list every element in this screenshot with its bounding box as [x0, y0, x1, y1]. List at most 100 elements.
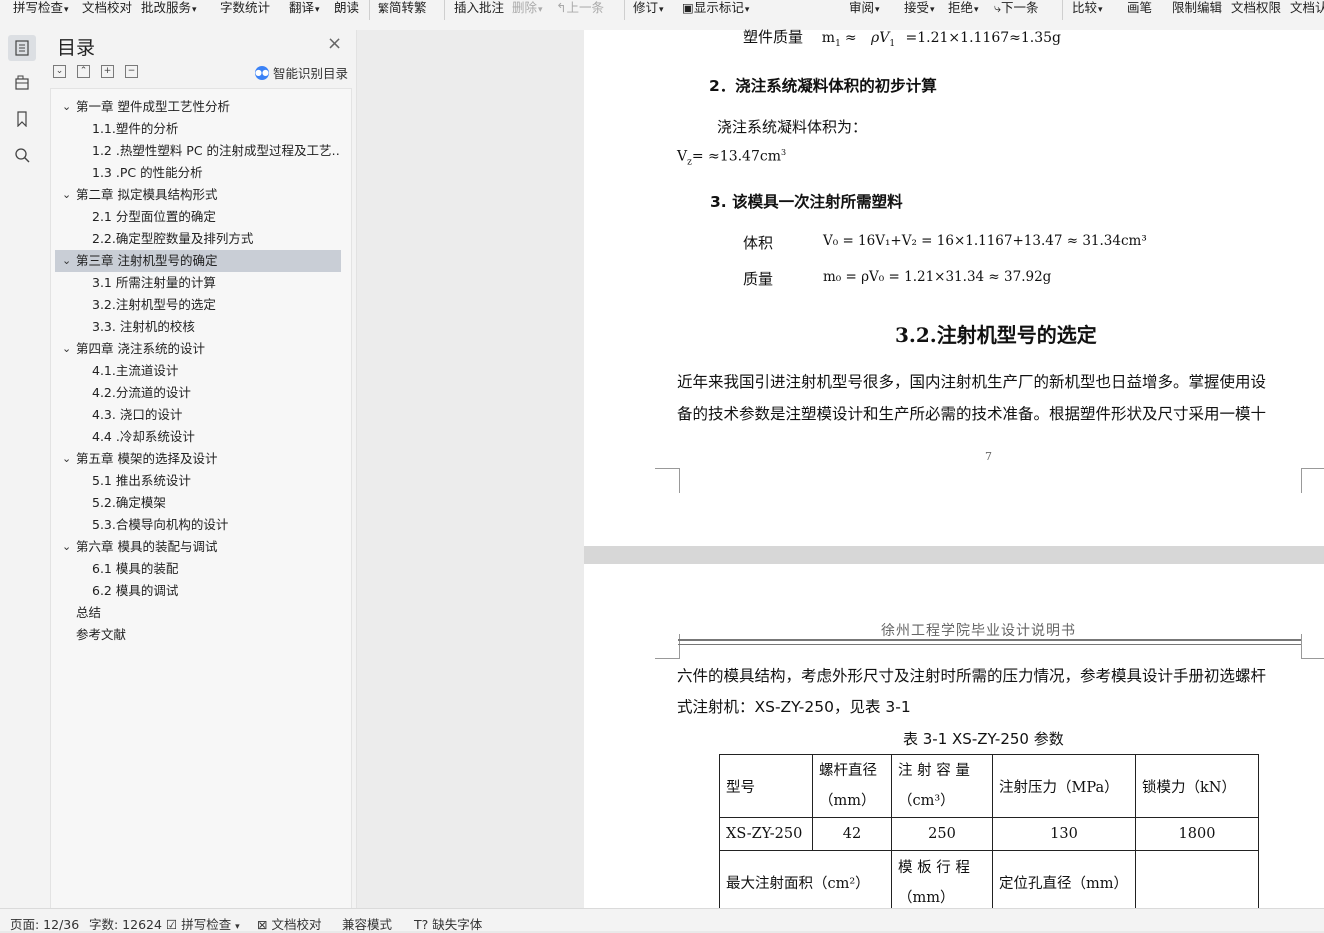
translate-label: 翻译 — [289, 0, 315, 15]
toc-item[interactable]: 3.2.注射机型号的选定 — [55, 294, 341, 316]
crop-mark — [655, 468, 680, 493]
toc-item[interactable]: 2.2.确定型腔数量及排列方式 — [55, 228, 341, 250]
doc-permission-button[interactable]: 文档权限 — [1231, 0, 1281, 18]
toolbar-divider — [369, 0, 370, 20]
remove-heading-icon[interactable]: − — [125, 65, 138, 78]
toc-item[interactable]: 5.1 推出系统设计 — [55, 470, 341, 492]
toc-item[interactable]: 3.1 所需注射量的计算 — [55, 272, 341, 294]
prev-comment-button[interactable]: ↰上一条 — [556, 0, 604, 18]
insert-comment-button[interactable]: 插入批注 — [454, 0, 504, 18]
mass-label-2: 质量 — [743, 270, 774, 288]
chapter-nav-rail-button[interactable] — [8, 70, 36, 96]
pen-button[interactable]: 画笔 — [1127, 0, 1152, 18]
track-changes-button[interactable]: 修订▾ — [633, 0, 664, 18]
toc-item[interactable]: 4.3. 浇口的设计 — [55, 404, 341, 426]
toc-item[interactable]: 总结 — [55, 602, 341, 624]
collapse-all-icon[interactable]: ⌄ — [53, 65, 66, 78]
toc-item[interactable]: 6.2 模具的调试 — [55, 580, 341, 602]
spell-check-button[interactable]: 拼写检查▾ — [13, 0, 69, 18]
translate-button[interactable]: 翻译▾ — [289, 0, 320, 18]
table-header-cell: 注射压力（MPa） — [992, 754, 1136, 818]
chevron-down-icon[interactable]: ⌄ — [62, 96, 71, 118]
toc-item[interactable]: 5.3.合模导向机构的设计 — [55, 514, 341, 536]
toc-item[interactable]: 1.1.塑件的分析 — [55, 118, 341, 140]
doc-cert-button[interactable]: 文档认 — [1290, 0, 1324, 18]
header-rule — [678, 639, 1301, 645]
toc-item[interactable]: 2.1 分型面位置的确定 — [55, 206, 341, 228]
search-rail-button[interactable] — [8, 142, 36, 168]
toc-item-label: 2.2.确定型腔数量及排列方式 — [92, 231, 254, 246]
revise-service-button[interactable]: 批改服务▾ — [141, 0, 197, 18]
toc-item[interactable]: 5.2.确定模架 — [55, 492, 341, 514]
toc-item[interactable]: 1.3 .PC 的性能分析 — [55, 162, 341, 184]
chevron-down-icon: ▾ — [315, 5, 320, 15]
chevron-down-icon[interactable]: ⌄ — [62, 184, 71, 206]
toc-item[interactable]: ⌄ 第四章 浇注系统的设计 — [55, 338, 341, 360]
toolbar-divider — [624, 0, 625, 20]
close-icon[interactable]: × — [327, 35, 342, 53]
compat-mode-indicator[interactable]: 兼容模式 — [342, 914, 392, 933]
restrict-edit-button[interactable]: 限制编辑 — [1172, 0, 1222, 18]
toc-item[interactable]: 1.2 .热塑性塑料 PC 的注射成型过程及工艺… — [55, 140, 341, 162]
show-marks-button[interactable]: ▣显示标记▾ — [682, 0, 749, 18]
chevron-down-icon: ▾ — [659, 5, 664, 15]
spell-check-status[interactable]: ☑ 拼写检查 ▾ — [166, 914, 240, 933]
toc-item[interactable]: ⌄ 第一章 塑件成型工艺性分析 — [55, 96, 341, 118]
toc-item-label: 4.1.主流道设计 — [92, 363, 179, 378]
chapter-nav-icon — [15, 75, 29, 90]
ai-icon: ●● — [255, 65, 269, 80]
toc-item-label: 2.1 分型面位置的确定 — [92, 209, 216, 224]
volume-superscript: 3 — [780, 148, 787, 157]
toc-item[interactable]: ⌄ 第二章 拟定模具结构形式 — [55, 184, 341, 206]
toc-item-label: 1.2 .热塑性塑料 PC 的注射成型过程及工艺… — [92, 143, 341, 158]
toc-rail-button[interactable] — [8, 35, 36, 61]
bookmark-rail-button[interactable] — [8, 106, 36, 132]
mass-line: 塑件质量 m1 ≈ ρV1 =1.21×1.1167≈1.35g — [743, 26, 1061, 49]
doc-proof-button[interactable]: 文档校对 — [82, 0, 132, 18]
missing-font-button[interactable]: T? 缺失字体 — [414, 914, 482, 933]
toc-item[interactable]: ⌄ 第六章 模具的装配与调试 — [55, 536, 341, 558]
add-heading-icon[interactable]: + — [101, 65, 114, 78]
next-change-button[interactable]: ⤷下一条 — [994, 0, 1039, 18]
accept-button[interactable]: 接受▾ — [904, 0, 935, 18]
smart-toc-button[interactable]: ●● 智能识别目录 — [255, 63, 348, 82]
trad-convert-button[interactable]: 繁简转繁 — [378, 0, 427, 18]
toc-item[interactable]: ⌄ 第五章 模架的选择及设计 — [55, 448, 341, 470]
page-number: 7 — [985, 450, 992, 463]
doc-proof-status[interactable]: ⊠ 文档校对 — [257, 914, 321, 933]
toc-item[interactable]: ⌄ 第三章 注射机型号的确定 — [55, 250, 341, 272]
toc-item[interactable]: 3.3. 注射机的校核 — [55, 316, 341, 338]
toc-item[interactable]: 参考文献 — [55, 624, 341, 646]
delete-comment-button[interactable]: 删除▾ — [512, 0, 543, 18]
chevron-down-icon[interactable]: ⌄ — [62, 536, 71, 558]
toc-list: ⌄ 第一章 塑件成型工艺性分析 1.1.塑件的分析 1.2 .热塑性塑料 PC 的注射… — [50, 88, 352, 910]
table-cell: 250 — [891, 817, 993, 851]
review-button[interactable]: 审阅▾ — [849, 0, 880, 18]
chevron-down-icon[interactable]: ⌄ — [62, 448, 71, 470]
toc-item-label: 5.1 推出系统设计 — [92, 473, 191, 488]
volume-label: 体积 — [743, 234, 774, 252]
mass-calc: m₀ = ρV₀ = 1.21×31.34 ≈ 37.92g — [823, 269, 1052, 285]
read-aloud-button[interactable]: 朗读 — [334, 0, 359, 18]
chevron-down-icon[interactable]: ⌄ — [62, 250, 71, 272]
page-indicator[interactable]: 页面: 12/36 — [10, 914, 79, 933]
table-header-cell: 型号 — [719, 754, 813, 818]
toc-item[interactable]: 4.1.主流道设计 — [55, 360, 341, 382]
word-count-button[interactable]: 字数统计 — [220, 0, 270, 18]
volume-symbol: V — [677, 148, 688, 165]
chevron-down-icon[interactable]: ⌄ — [62, 338, 71, 360]
markup-icon: ▣ — [682, 0, 694, 15]
word-count-indicator[interactable]: 字数: 12624 — [89, 914, 162, 933]
mass-label: 塑件质量 — [743, 28, 804, 46]
document-canvas-margin — [356, 30, 585, 908]
toc-item[interactable]: 4.4 .冷却系统设计 — [55, 426, 341, 448]
reject-button[interactable]: 拒绝▾ — [948, 0, 979, 18]
toc-item[interactable]: 6.1 模具的装配 — [55, 558, 341, 580]
compare-label: 比较 — [1072, 0, 1098, 15]
prev-icon: ↰ — [556, 0, 567, 15]
expand-all-icon[interactable]: ⌃ — [77, 65, 90, 78]
volume-intro: 浇注系统凝料体积为： — [717, 118, 868, 136]
page-header: 徐州工程学院毕业设计说明书 — [881, 623, 1076, 639]
toc-item[interactable]: 4.2.分流道的设计 — [55, 382, 341, 404]
compare-button[interactable]: 比较▾ — [1072, 0, 1103, 18]
